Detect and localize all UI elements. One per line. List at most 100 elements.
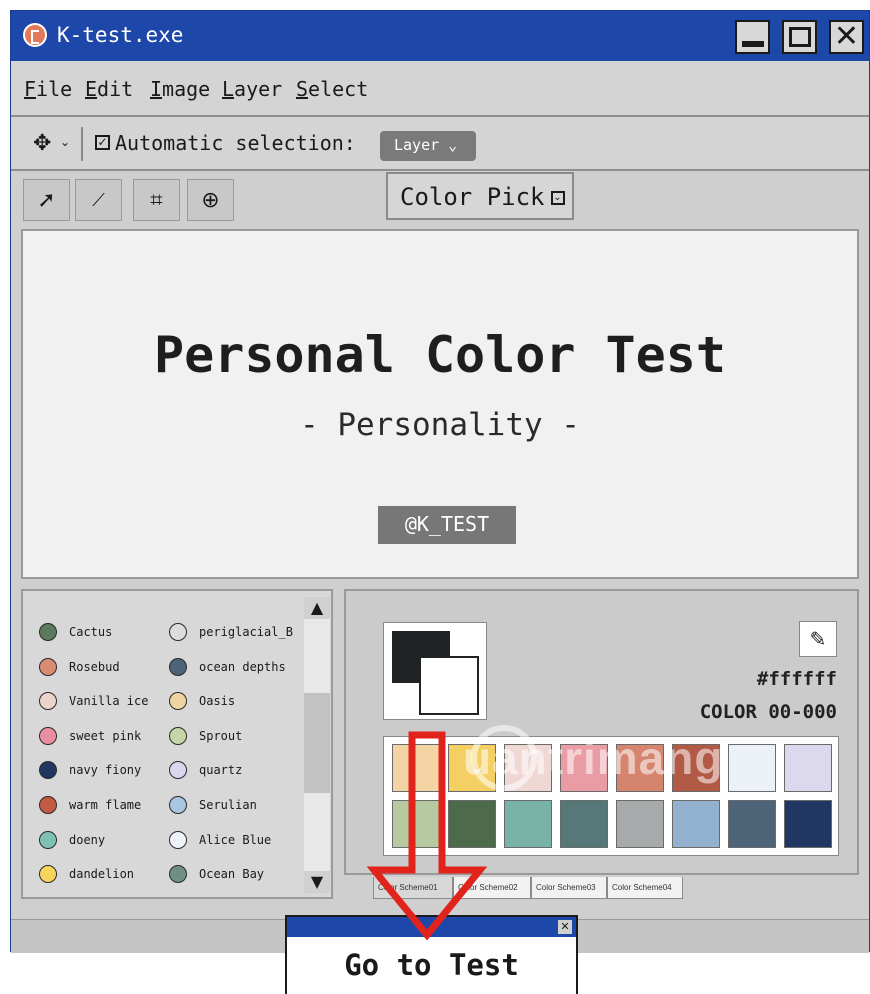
color-swatch-dot [169,865,187,884]
color-swatch-dot [39,726,57,745]
color-list-item[interactable]: periglacial_B [169,621,293,643]
color-swatch-dot [169,623,187,641]
color-list-item[interactable]: warm flame [39,794,141,816]
palette-swatch[interactable] [672,800,720,848]
minimize-icon [741,41,764,47]
palette-swatch[interactable] [504,800,552,848]
color-swatch-dot [39,623,57,641]
handle-badge: @K_TEST [378,506,516,544]
tab-color-scheme-03[interactable]: Color Scheme03 [531,877,607,899]
palette-swatch[interactable] [784,800,832,848]
color-list-item[interactable]: sweet pink [39,725,141,747]
color-name-label: periglacial_B [199,625,293,639]
eyedropper-button[interactable]: ✎ [799,621,837,657]
color-list-item[interactable]: Vanilla ice [39,690,148,712]
color-swatch-dot [39,796,57,814]
color-list-item[interactable]: Cactus [39,621,112,643]
color-name-label: warm flame [69,798,142,812]
menu-file[interactable]: File [24,77,72,101]
layer-dropdown[interactable]: Layer ⌄ [380,131,476,161]
color-name-label: Alice Blue [199,832,272,847]
color-swatch-dot [169,761,187,780]
color-swatch-dot [169,657,187,676]
scrollbar[interactable]: ▲ ▼ [304,597,330,893]
color-name-label: navy fiony [69,763,142,778]
color-list-item[interactable]: Sprout [169,725,242,747]
crop-icon: ⌗ [150,187,163,213]
move-tool-icon[interactable]: ✥ [33,131,51,156]
background-color-swatch[interactable] [419,656,479,715]
menu-edit[interactable]: Edit [85,77,133,101]
color-list-item[interactable]: Ocean Bay [169,863,264,885]
color-name-label: Rosebud [69,659,120,674]
chevron-down-icon: ⌄ [550,191,565,205]
color-swatch-dot [169,726,187,745]
color-list-item[interactable]: Rosebud [39,656,120,678]
app-logo-icon [23,23,47,47]
auto-selection-checkbox[interactable]: ✓ [95,135,110,150]
eyedropper-icon: ✎ [809,627,827,651]
scroll-thumb[interactable] [304,693,330,793]
close-button[interactable]: ✕ [829,20,864,54]
scroll-down-arrow-icon[interactable]: ▼ [304,871,330,893]
scroll-up-arrow-icon[interactable]: ▲ [304,597,330,619]
canvas-area: Personal Color Test - Personality - @K_T… [21,229,859,579]
select-tool-button[interactable]: ➚ [23,179,70,221]
color-list-item[interactable]: Alice Blue [169,829,271,851]
tab-color-scheme-04[interactable]: Color Scheme04 [607,877,683,899]
color-name-label: sweet pink [69,728,142,743]
palette-swatch[interactable] [784,744,832,792]
title-bar[interactable]: K-test.exe ✕ [11,11,869,61]
palette-swatch[interactable] [560,800,608,848]
palette-swatch[interactable] [728,800,776,848]
color-list-item[interactable]: Oasis [169,690,235,712]
palette-swatch[interactable] [392,744,440,792]
magic-wand-button[interactable]: ⟋ [75,179,122,221]
dialog-close-icon[interactable]: ✕ [558,920,572,934]
menu-image[interactable]: Image [150,77,210,101]
color-list-item[interactable]: quartz [169,759,242,781]
go-to-test-dialog[interactable]: ✕ Go to Test [285,915,578,994]
color-list-item[interactable]: doeny [39,829,105,851]
color-swatch-dot [39,657,57,676]
palette-swatch[interactable] [392,800,440,848]
color-name-label: ocean depths [199,659,286,674]
color-name-label: Serulian [199,798,257,812]
maximize-button[interactable] [782,20,817,54]
color-swatch-dot [39,865,57,884]
auto-selection-label: Automatic selection: [115,131,356,155]
color-swatch-dot [169,830,187,849]
palette-swatch[interactable] [728,744,776,792]
magic-wand-icon: ⟋ [92,189,105,211]
menu-select[interactable]: Select [296,77,368,101]
page-subtitle: - Personality - [300,407,580,443]
menu-layer[interactable]: Layer [222,77,282,101]
crosshair-icon: ⊕ [201,187,220,213]
tab-color-scheme-02[interactable]: Color Scheme02 [453,877,531,899]
app-window: K-test.exe ✕ File Edit Image Layer Selec… [10,10,870,953]
hex-value: #ffffff [756,668,837,690]
color-name-label: dandelion [69,867,135,882]
color-pick-label: Color Pick [400,183,545,211]
color-name-label: Vanilla ice [69,694,149,709]
color-name-label: Cactus [69,625,113,639]
crop-tool-button[interactable]: ⌗ [133,179,180,221]
tab-color-scheme-01[interactable]: Color Scheme01 [373,877,453,899]
go-to-test-button[interactable]: Go to Test [287,948,576,982]
close-icon: ✕ [833,19,860,54]
color-list-item[interactable]: ocean depths [169,656,286,678]
color-list-item[interactable]: dandelion [39,863,134,885]
color-name-label: quartz [199,763,243,778]
palette-swatch[interactable] [616,800,664,848]
color-pick-dropdown[interactable]: Color Pick ⌄ [386,172,574,220]
color-list-item[interactable]: Serulian [169,794,257,816]
chevron-down-icon[interactable]: ⌄ [60,135,70,149]
color-name-label: doeny [69,832,106,847]
palette-swatch[interactable] [448,800,496,848]
color-swatch-dot [39,830,57,849]
window-title: K-test.exe [57,23,184,47]
minimize-button[interactable] [735,20,770,54]
target-tool-button[interactable]: ⊕ [187,179,234,221]
page-title: Personal Color Test [154,326,726,384]
color-list-item[interactable]: navy fiony [39,759,141,781]
